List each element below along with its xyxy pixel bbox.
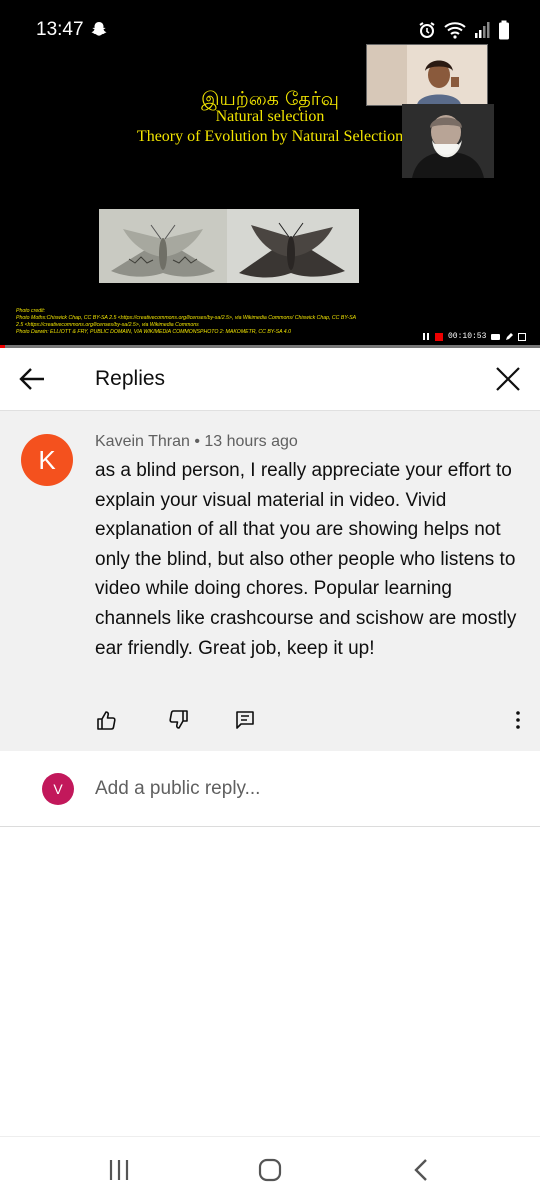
comment-text: as a blind person, I really appreciate y… (95, 460, 517, 659)
window-icon[interactable] (518, 332, 527, 341)
status-icons (418, 20, 510, 40)
comment-meta: Kavein Thran • 13 hours ago (95, 433, 298, 451)
peppered-moths-image (99, 209, 359, 283)
presenter-webcam (366, 44, 488, 106)
alarm-icon (419, 22, 435, 38)
stop-icon[interactable] (435, 332, 443, 341)
avatar[interactable]: K (21, 434, 73, 486)
wifi-icon (444, 22, 466, 39)
comment-card: K Kavein Thran • 13 hours ago as a blind… (0, 411, 540, 751)
recent-apps-icon[interactable] (104, 1157, 134, 1183)
comment-author[interactable]: Kavein Thran (95, 433, 190, 450)
signal-icon (475, 22, 490, 38)
close-icon[interactable] (494, 365, 522, 393)
comment-time: 13 hours ago (204, 433, 298, 450)
more-options-icon[interactable] (507, 709, 529, 731)
pause-icon[interactable] (422, 332, 430, 341)
home-icon[interactable] (255, 1157, 285, 1183)
credit-line: Photo Darwin: ELLIOTT & FRY, PUBLIC DOMA… (16, 329, 291, 335)
like-icon[interactable] (95, 709, 117, 731)
reply-icon[interactable] (234, 709, 256, 731)
page-title: Replies (95, 367, 166, 390)
dislike-icon[interactable] (168, 709, 190, 731)
battery-icon (499, 20, 509, 40)
camera-icon[interactable] (491, 333, 501, 341)
recording-controls: 00:10:53 (422, 332, 527, 341)
credit-line: Photo Moths:Chiswick Chap, CC BY-SA 2.5 … (16, 315, 357, 321)
replies-header: Replies (0, 348, 540, 411)
edit-icon[interactable] (505, 332, 514, 341)
credit-line: 2.5 <https://creativecommons.org/license… (16, 322, 199, 328)
snapchat-icon (91, 22, 107, 36)
system-nav-bar (0, 1136, 540, 1201)
meta-separator: • (194, 433, 200, 450)
photo-credits: Photo credit: Photo Moths:Chiswick Chap,… (16, 308, 406, 336)
nav-back-icon[interactable] (406, 1157, 436, 1183)
darwin-portrait (402, 104, 494, 178)
comment-actions (95, 709, 525, 733)
user-avatar: V (42, 773, 74, 805)
reply-input[interactable]: Add a public reply... (95, 778, 260, 800)
back-arrow-icon[interactable] (18, 365, 46, 393)
reply-composer[interactable]: V Add a public reply... (0, 752, 540, 827)
status-time: 13:47 (36, 19, 84, 40)
video-player[interactable]: 13:47 இயற்கை தேர்வு Natural selection Th… (0, 0, 540, 348)
recording-timer: 00:10:53 (448, 332, 487, 341)
credit-line: Photo credit: (16, 308, 46, 314)
